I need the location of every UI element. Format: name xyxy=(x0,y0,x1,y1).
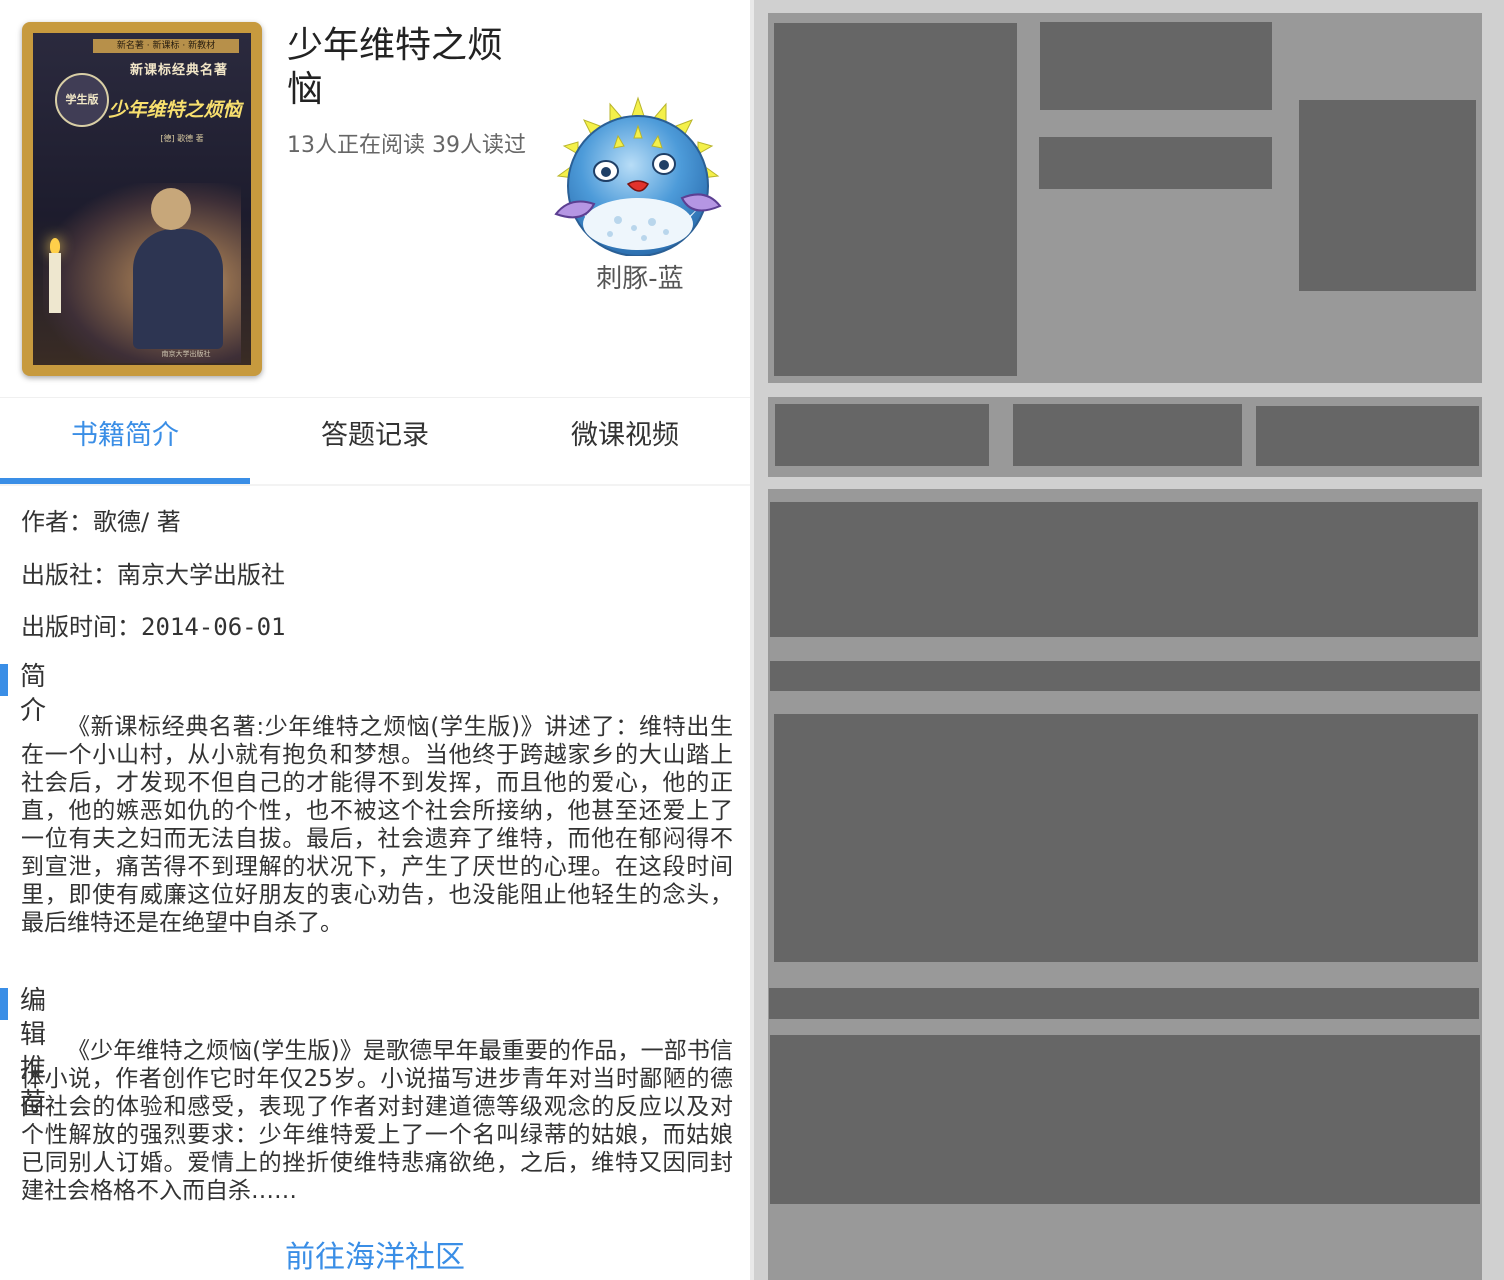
placeholder-readers xyxy=(1039,137,1272,189)
cover-author: [德] 歌德 著 xyxy=(160,134,204,143)
book-detail-panel: 新名著 · 新课标 · 新教材 新课标经典名著 学生版 少年维特之烦恼 [德] … xyxy=(0,0,750,1280)
placeholder-heading xyxy=(769,988,1479,1019)
meta-publish-date: 出版时间：2014-06-01 xyxy=(21,607,286,642)
placeholder-paragraph xyxy=(774,714,1478,962)
placeholder-tab xyxy=(1256,406,1479,466)
placeholder-heading xyxy=(770,661,1480,691)
tab-quiz-records[interactable]: 答题记录 xyxy=(250,398,500,474)
candle-icon xyxy=(49,253,61,313)
meta-author-label: 作者： xyxy=(21,508,93,536)
meta-publisher-value: 南京大学出版社 xyxy=(117,561,285,589)
placeholder-title xyxy=(1040,22,1272,110)
placeholder-avatar xyxy=(1299,100,1476,291)
section-marker xyxy=(0,664,8,696)
placeholder-tab xyxy=(1013,404,1242,466)
placeholder-panel xyxy=(754,0,1504,1280)
book-title: 少年维特之烦恼 xyxy=(287,25,504,110)
placeholder-meta xyxy=(770,502,1478,637)
placeholder-tab xyxy=(775,404,989,466)
placeholder-paragraph xyxy=(770,1035,1480,1204)
tab-micro-videos[interactable]: 微课视频 xyxy=(500,398,750,474)
cover-title: 少年维特之烦恼 xyxy=(108,99,242,121)
section-marker xyxy=(0,988,8,1020)
meta-author-value: 歌德/ 著 xyxy=(93,508,181,536)
pufferfish-icon[interactable] xyxy=(548,96,728,256)
book-cover[interactable]: 新名著 · 新课标 · 新教材 新课标经典名著 学生版 少年维特之烦恼 [德] … xyxy=(22,22,262,376)
recommend-text: 《少年维特之烦恼(学生版)》是歌德早年最重要的作品，一部书信体小说，作者创作它时… xyxy=(21,1038,733,1204)
active-tab-indicator xyxy=(0,478,250,484)
community-link[interactable]: 前往海洋社区 xyxy=(0,1232,750,1276)
cover-figure-body xyxy=(133,229,223,349)
avatar-name: 刺豚-蓝 xyxy=(596,264,684,294)
meta-date-value: 2014-06-01 xyxy=(141,613,286,641)
cover-series-band: 新名著 · 新课标 · 新教材 xyxy=(93,39,239,53)
tab-book-intro[interactable]: 书籍简介 xyxy=(0,398,250,474)
intro-text: 《新课标经典名著:少年维特之烦恼(学生版)》讲述了：维特出生在一个小山村，从小就… xyxy=(21,714,733,936)
cover-figure-head xyxy=(151,188,191,230)
reader-count: 13人正在阅读 39人读过 xyxy=(287,133,526,158)
meta-publisher-label: 出版社： xyxy=(21,561,117,589)
candle-flame-icon xyxy=(50,238,60,254)
cover-badge: 学生版 xyxy=(55,73,109,127)
placeholder-cover xyxy=(774,23,1017,376)
meta-author: 作者：歌德/ 著 xyxy=(21,502,181,537)
book-cover-art: 新名著 · 新课标 · 新教材 新课标经典名著 学生版 少年维特之烦恼 [德] … xyxy=(33,33,251,365)
meta-publisher: 出版社：南京大学出版社 xyxy=(21,555,285,590)
cover-publisher: 南京大学出版社 xyxy=(161,350,211,358)
cover-series: 新课标经典名著 xyxy=(129,63,228,78)
tab-bar: 书籍简介 答题记录 微课视频 xyxy=(0,397,750,486)
meta-date-label: 出版时间： xyxy=(21,613,141,641)
